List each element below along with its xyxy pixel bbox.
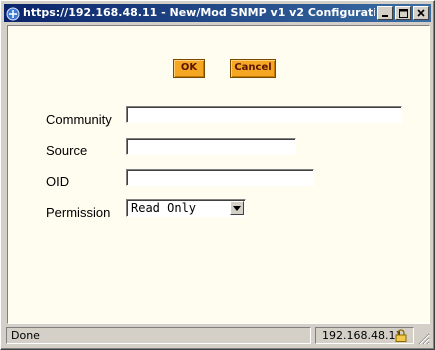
source-input[interactable]	[126, 138, 296, 155]
maximize-icon	[398, 8, 408, 18]
community-input[interactable]	[126, 106, 402, 123]
minimize-button[interactable]	[377, 6, 393, 20]
ie-page-icon	[6, 6, 20, 21]
status-host: 192.168.48.11	[322, 329, 403, 342]
title-bar[interactable]: https://192.168.48.11 - New/Mod SNMP v1 …	[4, 4, 431, 22]
status-bar: Done 192.168.48.11	[4, 325, 431, 346]
close-button[interactable]	[413, 6, 429, 20]
permission-select[interactable]: Read Only	[126, 199, 246, 217]
browser-popup-window: https://192.168.48.11 - New/Mod SNMP v1 …	[0, 0, 435, 350]
cancel-button[interactable]: Cancel	[230, 59, 276, 78]
dropdown-arrow-icon[interactable]	[230, 201, 244, 215]
resize-grip-icon[interactable]	[416, 331, 430, 345]
dialog-content: OK Cancel Community Source OID Permissio…	[7, 25, 430, 324]
source-label: Source	[46, 143, 88, 158]
window-title: https://192.168.48.11 - New/Mod SNMP v1 …	[23, 6, 375, 19]
permission-label: Permission	[46, 205, 111, 220]
permission-selected-value: Read Only	[131, 201, 197, 215]
ok-button[interactable]: OK	[173, 59, 205, 78]
secure-lock-icon	[395, 329, 407, 342]
oid-input[interactable]	[126, 169, 314, 186]
minimize-icon	[382, 15, 388, 17]
community-label: Community	[46, 112, 112, 127]
close-icon	[417, 9, 425, 17]
oid-label: OID	[46, 174, 70, 189]
status-text: Done	[6, 327, 311, 344]
status-host-panel: 192.168.48.11	[315, 327, 414, 344]
maximize-button[interactable]	[395, 6, 411, 20]
